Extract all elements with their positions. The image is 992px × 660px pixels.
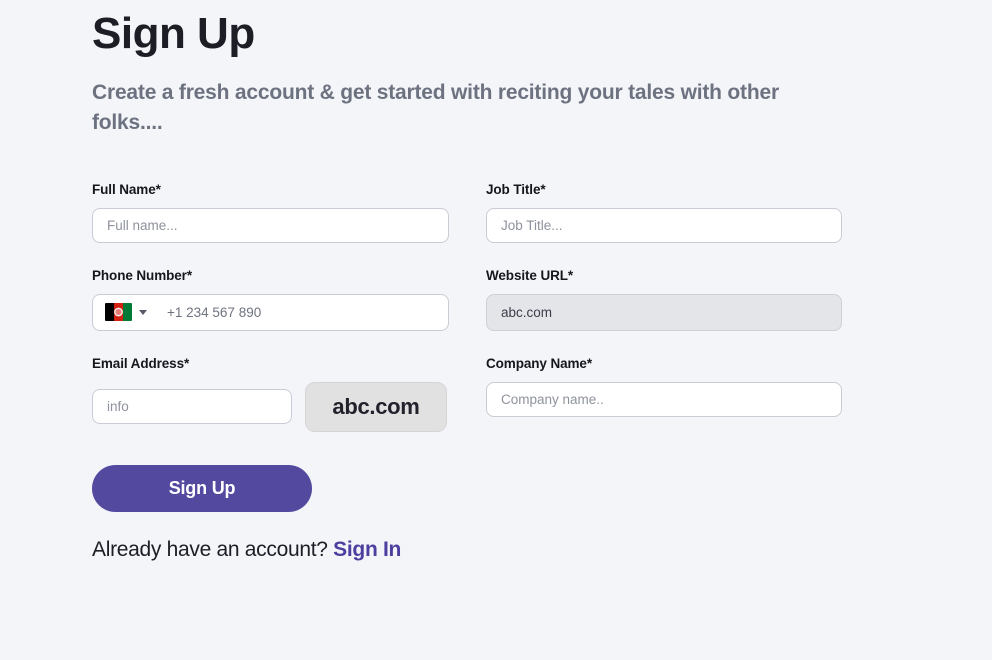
existing-account-text: Already have an account? [92, 537, 334, 561]
required-asterisk: * [186, 267, 192, 283]
afghanistan-flag-icon [105, 303, 132, 322]
field-email-address: Email Address* abc.com [92, 356, 449, 432]
website-url-label: Website URL* [486, 268, 842, 283]
full-name-label: Full Name* [92, 182, 449, 197]
required-asterisk: * [586, 355, 592, 371]
company-name-label: Company Name* [486, 356, 842, 371]
signup-form: Full Name* Job Title* Phone Number* [92, 182, 852, 456]
company-name-label-text: Company Name [486, 355, 587, 371]
country-selector-button[interactable] [103, 303, 149, 322]
full-name-input[interactable] [92, 207, 449, 243]
field-phone-number: Phone Number* [92, 268, 449, 331]
website-url-input [486, 293, 842, 331]
email-domain-suffix: abc.com [305, 381, 447, 432]
field-website-url: Website URL* [486, 268, 842, 331]
field-company-name: Company Name* [486, 356, 842, 432]
sign-in-link[interactable]: Sign In [333, 538, 401, 561]
required-asterisk: * [155, 181, 161, 197]
required-asterisk: * [567, 267, 574, 283]
phone-number-label: Phone Number* [92, 268, 449, 283]
email-input-group: abc.com [92, 381, 449, 432]
page-subtitle: Create a fresh account & get started wit… [92, 81, 779, 134]
company-name-input[interactable] [486, 381, 842, 417]
phone-number-label-text: Phone Number [92, 267, 187, 283]
phone-number-input[interactable] [149, 294, 438, 330]
job-title-label-text: Job Title [486, 181, 541, 197]
chevron-down-icon [139, 309, 147, 315]
required-asterisk: * [540, 181, 546, 197]
full-name-label-text: Full Name [92, 181, 156, 197]
existing-account-row: Already have an account? Sign In [92, 538, 852, 562]
job-title-input[interactable] [486, 207, 842, 243]
field-full-name: Full Name* [92, 182, 449, 243]
field-job-title: Job Title* [486, 182, 842, 243]
email-address-label: Email Address* [92, 356, 449, 371]
required-asterisk: * [184, 355, 190, 371]
sign-up-button[interactable]: Sign Up [92, 464, 312, 512]
email-address-input[interactable] [92, 389, 292, 425]
website-url-label-text: Website URL [486, 267, 568, 283]
signup-page: Sign Up Create a fresh account & get sta… [92, 0, 852, 562]
email-address-label-text: Email Address [92, 355, 184, 371]
page-title: Sign Up [92, 9, 255, 58]
job-title-label: Job Title* [486, 182, 842, 197]
form-footer: Sign Up Already have an account? Sign In [92, 464, 852, 562]
phone-input-group [92, 293, 449, 331]
